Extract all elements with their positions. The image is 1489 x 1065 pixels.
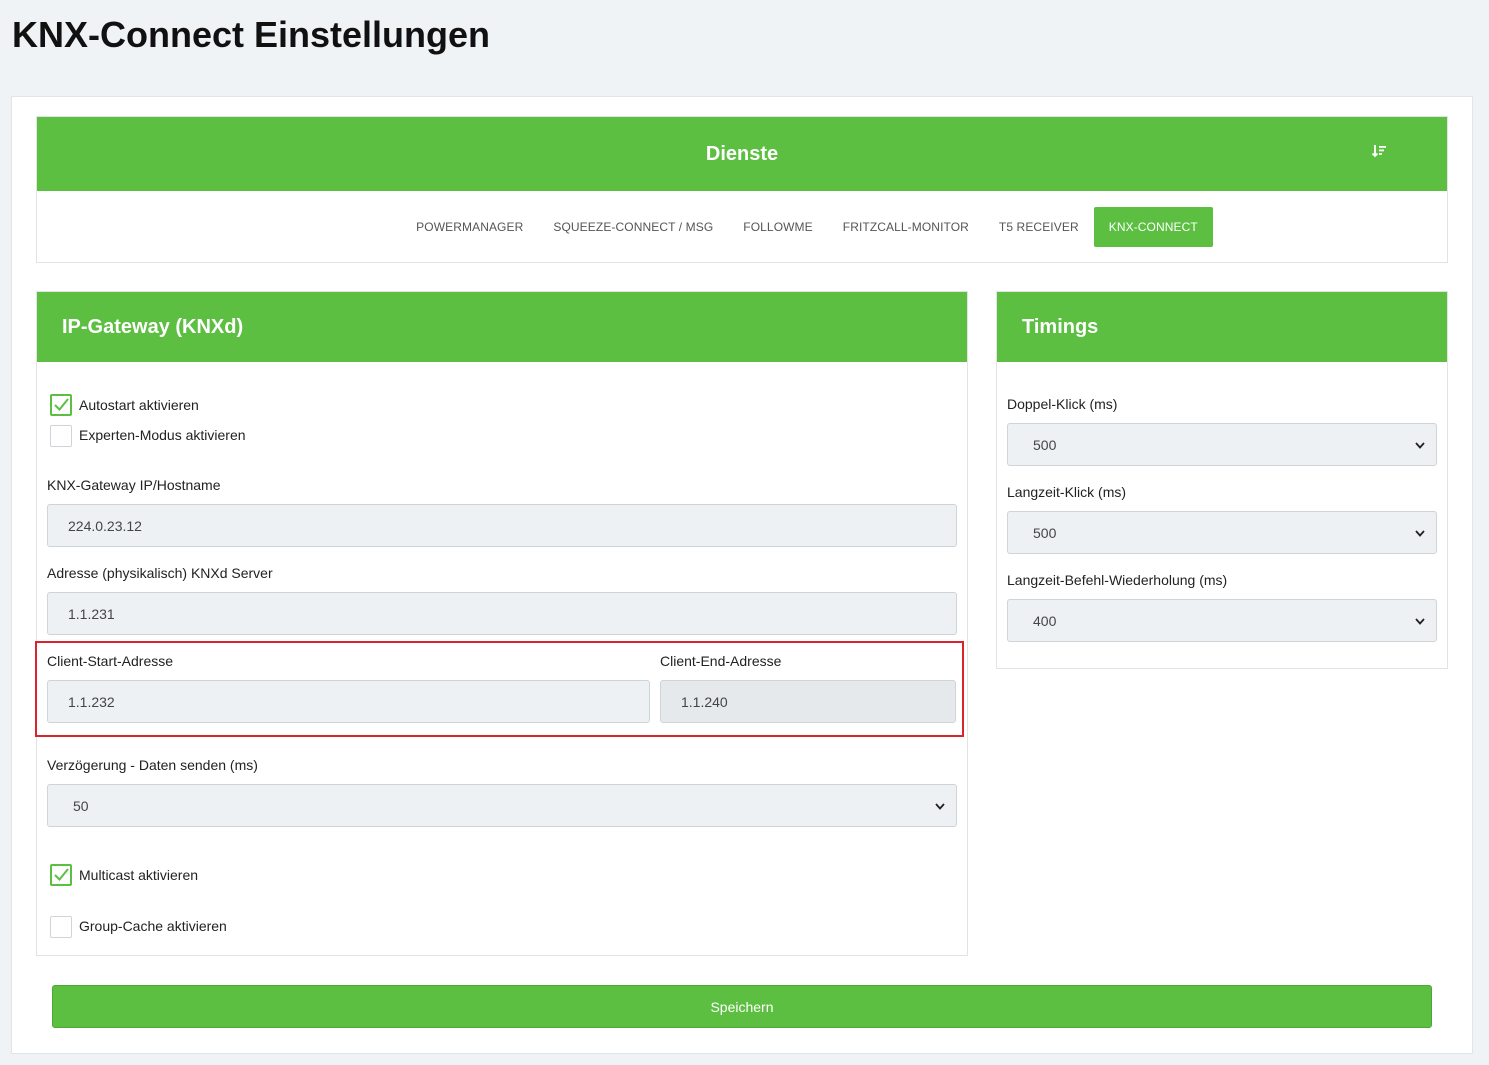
tab-fritzcall-monitor[interactable]: FRITZCALL-MONITOR xyxy=(828,207,984,247)
services-title: Dienste xyxy=(705,142,779,165)
group-cache-checkbox[interactable] xyxy=(50,916,72,938)
repeat-select[interactable]: 400 xyxy=(1007,599,1437,642)
chevron-down-icon xyxy=(935,802,945,810)
autostart-checkbox[interactable] xyxy=(50,394,72,416)
tab-powermanager[interactable]: POWERMANAGER xyxy=(401,207,538,247)
delay-value: 50 xyxy=(73,797,89,814)
group-cache-label: Group-Cache aktivieren xyxy=(79,918,227,934)
chevron-down-icon xyxy=(1415,529,1425,537)
gateway-panel-title: IP-Gateway (KNXd) xyxy=(37,292,967,362)
tab-squeeze-connect[interactable]: SQUEEZE-CONNECT / MSG xyxy=(538,207,728,247)
expert-mode-label: Experten-Modus aktivieren xyxy=(79,427,246,443)
physical-address-input[interactable]: 1.1.231 xyxy=(47,592,957,635)
delay-select[interactable]: 50 xyxy=(47,784,957,827)
check-icon xyxy=(54,868,69,881)
tab-followme[interactable]: FOLLOWME xyxy=(728,207,827,247)
save-button[interactable]: Speichern xyxy=(52,985,1432,1028)
service-tabs: POWERMANAGER SQUEEZE-CONNECT / MSG FOLLO… xyxy=(37,191,1447,247)
long-click-label: Langzeit-Klick (ms) xyxy=(1007,484,1127,500)
client-start-label: Client-Start-Adresse xyxy=(47,653,174,669)
page-title: KNX-Connect Einstellungen xyxy=(12,14,491,55)
repeat-label: Langzeit-Befehl-Wiederholung (ms) xyxy=(1007,572,1228,588)
check-icon xyxy=(54,398,69,411)
long-click-select[interactable]: 500 xyxy=(1007,511,1437,554)
host-label: KNX-Gateway IP/Hostname xyxy=(47,477,221,493)
services-header: Dienste xyxy=(37,117,1447,191)
chevron-down-icon xyxy=(1415,441,1425,449)
client-end-label: Client-End-Adresse xyxy=(660,653,782,669)
multicast-checkbox[interactable] xyxy=(50,864,72,886)
services-card: Dienste POWERMANAGER SQUEEZE-CONNECT / M… xyxy=(36,116,1448,263)
tab-t5-receiver[interactable]: T5 RECEIVER xyxy=(984,207,1094,247)
multicast-label: Multicast aktivieren xyxy=(79,867,199,883)
host-input[interactable]: 224.0.23.12 xyxy=(47,504,957,547)
physical-address-label: Adresse (physikalisch) KNXd Server xyxy=(47,565,273,581)
autostart-label: Autostart aktivieren xyxy=(79,397,199,413)
client-start-input[interactable]: 1.1.232 xyxy=(47,680,650,723)
delay-label: Verzögerung - Daten senden (ms) xyxy=(47,757,258,773)
client-end-input: 1.1.240 xyxy=(660,680,956,723)
double-click-value: 500 xyxy=(1033,436,1057,453)
double-click-label: Doppel-Klick (ms) xyxy=(1007,396,1118,412)
chevron-down-icon xyxy=(1415,617,1425,625)
timings-panel-title: Timings xyxy=(997,292,1447,362)
tab-knx-connect[interactable]: KNX-CONNECT xyxy=(1093,207,1213,247)
sort-descending-icon[interactable] xyxy=(1371,143,1387,159)
long-click-value: 500 xyxy=(1033,524,1057,541)
double-click-select[interactable]: 500 xyxy=(1007,423,1437,466)
repeat-value: 400 xyxy=(1033,612,1057,629)
expert-mode-checkbox[interactable] xyxy=(50,425,72,447)
